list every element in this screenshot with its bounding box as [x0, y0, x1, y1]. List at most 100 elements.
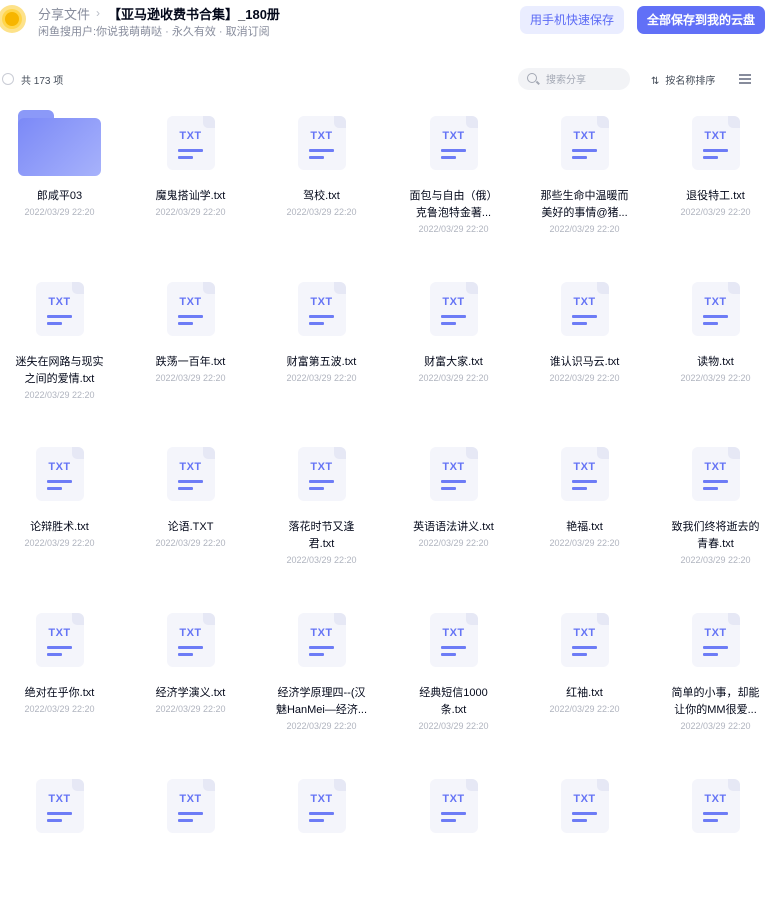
file-name: 郎咸平03 — [36, 190, 83, 202]
file-date: 2022/03/29 22:20 — [418, 538, 489, 548]
txt-icon-label: TXT — [310, 461, 333, 473]
txt-icon-label: TXT — [573, 793, 596, 805]
file-date: 2022/03/29 22:20 — [549, 373, 620, 383]
file-date: 2022/03/29 22:20 — [155, 538, 226, 548]
file-item[interactable]: TXT 财富大家.txt 2022/03/29 22:20 — [388, 266, 519, 426]
txt-file-icon: TXT — [35, 613, 84, 667]
txt-icon-label: TXT — [704, 461, 727, 473]
txt-file-icon: TXT — [429, 447, 478, 501]
file-item[interactable]: TXT — [650, 763, 776, 923]
file-name: 克鲁泡特金著... — [415, 207, 492, 219]
txt-icon-label: TXT — [48, 627, 71, 639]
file-name: 论语.TXT — [167, 521, 214, 533]
txt-icon-label: TXT — [573, 627, 596, 639]
file-date: 2022/03/29 22:20 — [24, 704, 95, 714]
txt-file-icon: TXT — [691, 116, 740, 170]
file-name: 青春.txt — [697, 538, 734, 550]
file-name: 魔鬼搭讪学.txt — [155, 190, 226, 202]
file-item[interactable]: TXT 红袖.txt 2022/03/29 22:20 — [519, 597, 650, 757]
file-date: 2022/03/29 22:20 — [680, 207, 751, 217]
file-name: 跌荡一百年.txt — [155, 356, 226, 368]
file-item[interactable]: TXT 驾校.txt 2022/03/29 22:20 — [256, 100, 387, 260]
sort-icon: ⇅ — [651, 76, 660, 87]
txt-icon-label: TXT — [704, 793, 727, 805]
file-item[interactable]: TXT 财富第五波.txt 2022/03/29 22:20 — [256, 266, 387, 426]
file-date: 2022/03/29 22:20 — [155, 373, 226, 383]
txt-icon-label: TXT — [704, 130, 727, 142]
file-item[interactable]: TXT 读物.txt 2022/03/29 22:20 — [650, 266, 776, 426]
file-date: 2022/03/29 22:20 — [286, 207, 357, 217]
txt-file-icon: TXT — [166, 613, 215, 667]
file-date: 2022/03/29 22:20 — [24, 207, 95, 217]
txt-file-icon: TXT — [429, 779, 478, 833]
file-item[interactable]: TXT — [388, 763, 519, 923]
file-date: 2022/03/29 22:20 — [24, 538, 95, 548]
search-input[interactable] — [544, 71, 628, 89]
txt-icon-label: TXT — [442, 130, 465, 142]
file-name: 美好的事情@猪... — [541, 207, 628, 219]
txt-icon-label: TXT — [442, 296, 465, 308]
file-item[interactable]: TXT 简单的小事，却能 让你的MM很爱... 2022/03/29 22:20 — [650, 597, 776, 757]
file-item[interactable]: 郎咸平03 2022/03/29 22:20 — [0, 100, 125, 260]
txt-icon-label: TXT — [310, 296, 333, 308]
txt-file-icon: TXT — [560, 779, 609, 833]
txt-icon-label: TXT — [48, 793, 71, 805]
file-name: 致我们终将逝去的 — [671, 521, 760, 533]
file-item[interactable]: TXT 经典短信1000 条.txt 2022/03/29 22:20 — [388, 597, 519, 757]
save-all-button[interactable]: 全部保存到我的云盘 — [637, 6, 765, 34]
file-item[interactable]: TXT — [125, 763, 256, 923]
file-date: 2022/03/29 22:20 — [549, 538, 620, 548]
txt-file-icon: TXT — [35, 447, 84, 501]
file-item[interactable]: TXT 退役特工.txt 2022/03/29 22:20 — [650, 100, 776, 260]
phone-save-button[interactable]: 用手机快速保存 — [520, 6, 624, 34]
select-all-checkbox[interactable] — [2, 73, 14, 85]
breadcrumb-root-link[interactable]: 分享文件 — [38, 4, 90, 23]
sort-button[interactable]: ⇅ 按名称排序 — [651, 72, 715, 87]
file-date: 2022/03/29 22:20 — [418, 224, 489, 234]
file-item[interactable]: TXT 经济学演义.txt 2022/03/29 22:20 — [125, 597, 256, 757]
file-name: 条.txt — [440, 704, 467, 716]
txt-file-icon: TXT — [166, 779, 215, 833]
file-item[interactable]: TXT 魔鬼搭讪学.txt 2022/03/29 22:20 — [125, 100, 256, 260]
file-name: 财富大家.txt — [424, 356, 483, 368]
file-item[interactable]: TXT 落花时节又逢 君.txt 2022/03/29 22:20 — [256, 431, 387, 591]
file-item[interactable]: TXT 面包与自由（俄） 克鲁泡特金著... 2022/03/29 22:20 — [388, 100, 519, 260]
sun-icon — [5, 12, 19, 26]
file-item[interactable]: TXT — [519, 763, 650, 923]
file-date: 2022/03/29 22:20 — [549, 224, 620, 234]
file-item[interactable]: TXT 论语.TXT 2022/03/29 22:20 — [125, 431, 256, 591]
txt-icon-label: TXT — [704, 296, 727, 308]
file-item[interactable]: TXT 跌荡一百年.txt 2022/03/29 22:20 — [125, 266, 256, 426]
file-item[interactable]: TXT 艳福.txt 2022/03/29 22:20 — [519, 431, 650, 591]
txt-file-icon: TXT — [691, 779, 740, 833]
list-view-menu-icon[interactable] — [739, 74, 751, 84]
file-item[interactable]: TXT 英语语法讲义.txt 2022/03/29 22:20 — [388, 431, 519, 591]
search-box[interactable] — [518, 68, 630, 90]
file-item[interactable]: TXT 致我们终将逝去的 青春.txt 2022/03/29 22:20 — [650, 431, 776, 591]
file-name: 迷失在网路与现实 — [15, 356, 104, 368]
txt-file-icon: TXT — [297, 447, 346, 501]
file-name: 退役特工.txt — [686, 190, 745, 202]
file-item[interactable]: TXT — [0, 763, 125, 923]
txt-file-icon: TXT — [560, 613, 609, 667]
file-item[interactable]: TXT 论辩胜术.txt 2022/03/29 22:20 — [0, 431, 125, 591]
txt-file-icon: TXT — [297, 779, 346, 833]
file-item[interactable]: TXT 经济学原理四--(汉 魅HanMei—经济... 2022/03/29 22:… — [256, 597, 387, 757]
file-item[interactable]: TXT 迷失在网路与现实 之间的爱情.txt 2022/03/29 22:20 — [0, 266, 125, 426]
file-item[interactable]: TXT 绝对在乎你.txt 2022/03/29 22:20 — [0, 597, 125, 757]
file-name: 读物.txt — [697, 356, 734, 368]
file-name: 谁认识马云.txt — [549, 356, 620, 368]
file-item[interactable]: TXT 那些生命中温暖而 美好的事情@猪... 2022/03/29 22:20 — [519, 100, 650, 260]
txt-icon-label: TXT — [704, 627, 727, 639]
file-date: 2022/03/29 22:20 — [155, 207, 226, 217]
file-item[interactable]: TXT — [256, 763, 387, 923]
txt-file-icon: TXT — [166, 116, 215, 170]
txt-file-icon: TXT — [297, 116, 346, 170]
txt-file-icon: TXT — [691, 447, 740, 501]
avatar[interactable] — [0, 5, 26, 33]
txt-file-icon: TXT — [560, 447, 609, 501]
header: 分享文件 › 【亚马逊收费书合集】_180册 闲鱼搜用户:你说我萌萌哒 · 永久… — [0, 0, 776, 44]
file-name: 简单的小事，却能 — [671, 687, 760, 699]
file-item[interactable]: TXT 谁认识马云.txt 2022/03/29 22:20 — [519, 266, 650, 426]
txt-icon-label: TXT — [48, 461, 71, 473]
